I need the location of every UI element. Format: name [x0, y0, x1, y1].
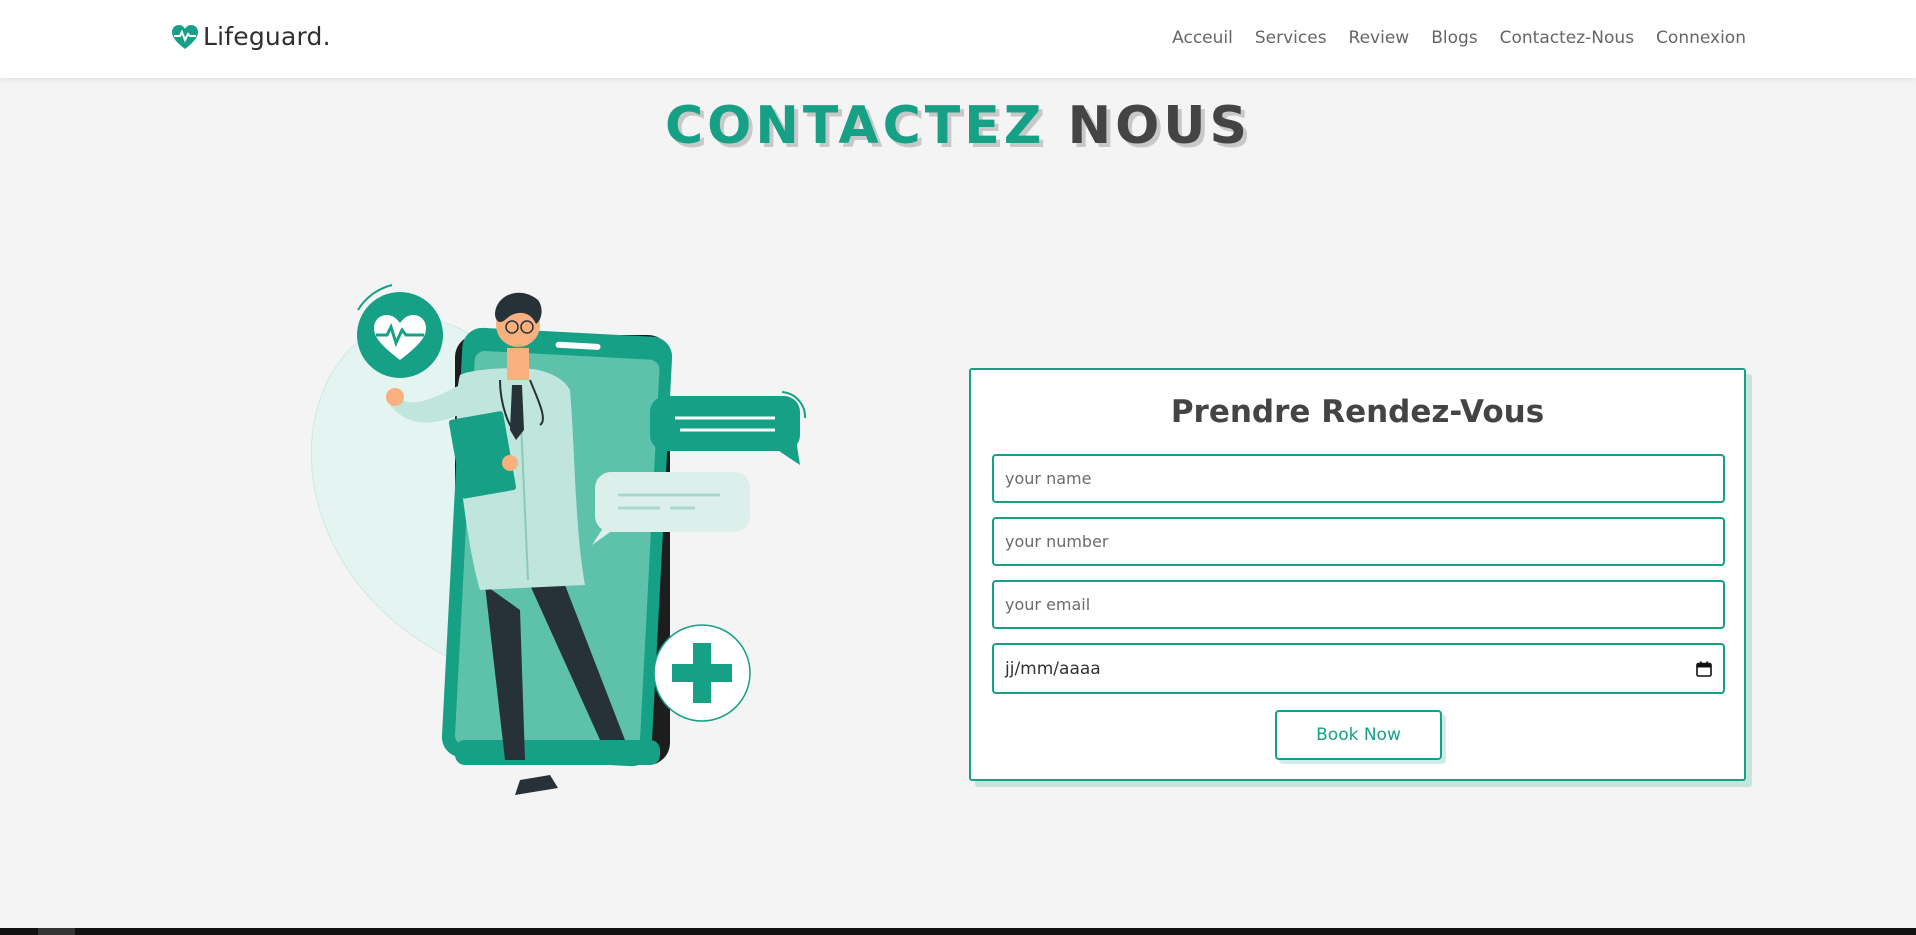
book-now-button[interactable]: Book Now	[1275, 710, 1442, 760]
site-header: Lifeguard. Acceuil Services Review Blogs…	[0, 0, 1916, 78]
footer-bar	[0, 928, 1916, 935]
appointment-form: Prendre Rendez-Vous jj/mm/aaaa Book Now	[969, 368, 1746, 781]
page-title: CONTACTEZ NOUS	[0, 96, 1916, 156]
nav-item-blogs[interactable]: Blogs	[1431, 28, 1477, 48]
email-input[interactable]	[992, 580, 1725, 629]
name-input[interactable]	[992, 454, 1725, 503]
date-input[interactable]: jj/mm/aaaa	[992, 643, 1725, 694]
nav-item-acceuil[interactable]: Acceuil	[1172, 28, 1233, 48]
page-title-accent: CONTACTEZ	[665, 96, 1046, 156]
brand-logo[interactable]: Lifeguard.	[171, 22, 331, 51]
nav-item-connexion[interactable]: Connexion	[1656, 28, 1746, 48]
calendar-icon[interactable]	[1696, 661, 1712, 677]
date-input-value: jj/mm/aaaa	[1005, 658, 1101, 679]
footer-scroll-handle	[38, 928, 75, 935]
brand-name: Lifeguard.	[203, 22, 331, 51]
heart-pulse-icon	[172, 24, 198, 49]
nav-item-services[interactable]: Services	[1255, 28, 1327, 48]
number-input[interactable]	[992, 517, 1725, 566]
doctor-illustration	[310, 284, 807, 795]
form-title: Prendre Rendez-Vous	[1170, 394, 1545, 430]
nav-item-contactez-nous[interactable]: Contactez-Nous	[1500, 28, 1634, 48]
nav-item-review[interactable]: Review	[1349, 28, 1410, 48]
page-title-rest: NOUS	[1067, 96, 1251, 156]
main-nav: Acceuil Services Review Blogs Contactez-…	[1172, 28, 1746, 48]
